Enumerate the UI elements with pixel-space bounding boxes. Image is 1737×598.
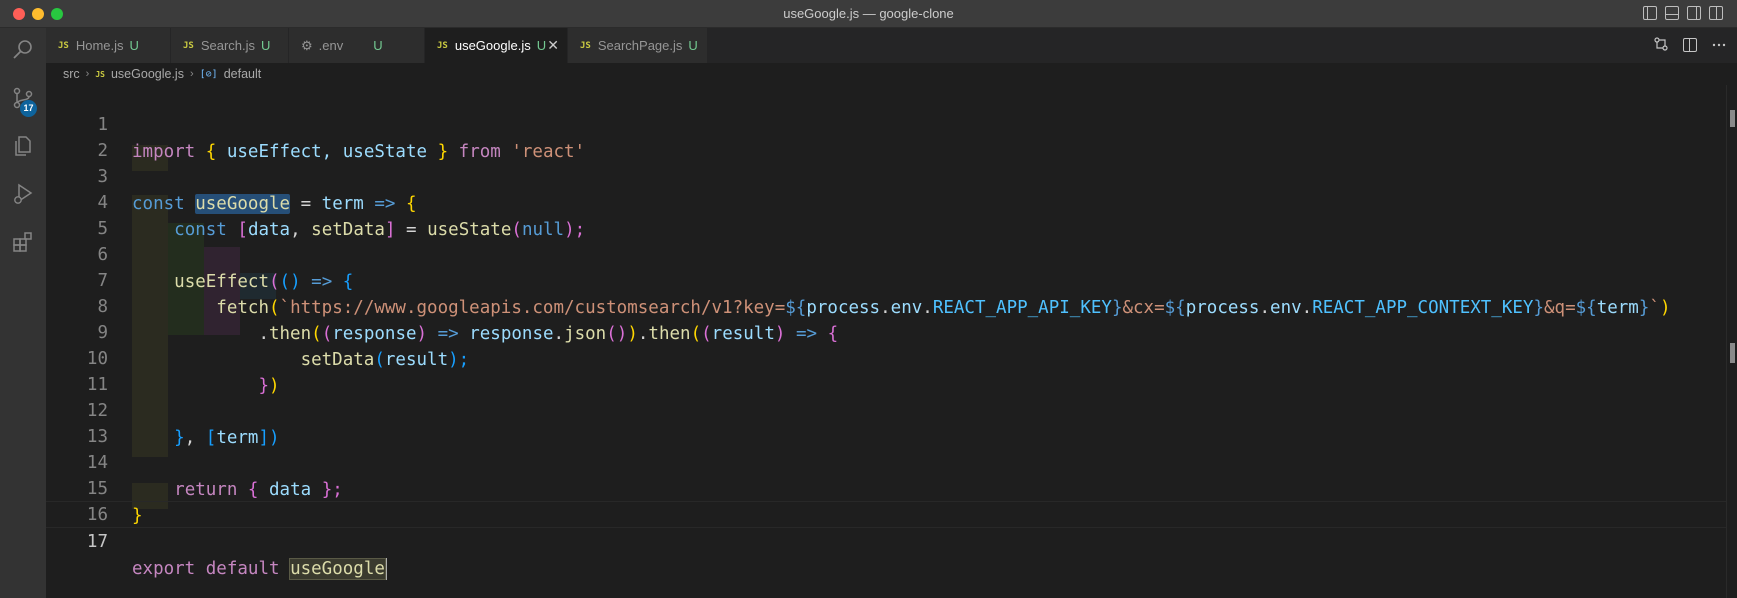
code-line: 2 — [46, 111, 1726, 161]
javascript-file-icon: JS — [437, 40, 448, 51]
code-line: 3 const useGoogle = term => { — [46, 137, 1726, 214]
tab-label: useGoogle.js — [454, 38, 531, 53]
close-tab-icon[interactable]: ✕ — [547, 37, 559, 54]
untracked-status: U — [261, 38, 271, 53]
code-line: 6 useEffect(() => { — [46, 215, 1726, 292]
toggle-panel-icon[interactable] — [1665, 6, 1679, 20]
code-line: 5 — [46, 189, 1726, 239]
toggle-primary-sidebar-icon[interactable] — [1643, 6, 1657, 20]
untracked-status: U — [536, 38, 547, 53]
activity-bar: 17 — [0, 28, 46, 598]
javascript-file-icon: JS — [580, 40, 591, 51]
source-control-badge: 17 — [20, 100, 37, 117]
code-line: 1 import { useEffect, useState } from 'r… — [46, 85, 1726, 162]
javascript-file-icon: JS — [95, 69, 105, 79]
code-line: 10 }) — [46, 319, 1726, 396]
code-editor[interactable]: 1 import { useEffect, useState } from 'r… — [46, 85, 1726, 598]
untracked-status: U — [688, 38, 698, 53]
symbol-variable-icon: [⊘] — [199, 68, 218, 80]
layout-controls — [1643, 6, 1723, 20]
toggle-secondary-sidebar-icon[interactable] — [1687, 6, 1701, 20]
extensions-icon[interactable] — [11, 230, 35, 254]
breadcrumb: src › JS useGoogle.js › [⊘] default — [46, 63, 1737, 85]
open-changes-icon[interactable] — [1653, 36, 1669, 52]
tab-label: .env — [318, 38, 344, 53]
more-actions-icon[interactable] — [1711, 36, 1727, 52]
tab-env[interactable]: ⚙ .env U — [289, 28, 425, 63]
window-title: useGoogle.js — google-clone — [783, 6, 954, 21]
text-cursor — [384, 558, 387, 580]
untracked-status: U — [129, 38, 139, 53]
tab-label: Home.js — [75, 38, 124, 53]
scrollbar-marker — [1730, 343, 1735, 363]
search-icon[interactable] — [11, 38, 35, 62]
scrollbar-marker — [1730, 110, 1735, 127]
breadcrumb-folder[interactable]: src — [63, 67, 80, 81]
code-line-current: 17 export default useGoogle — [46, 501, 1726, 580]
breadcrumb-file[interactable]: useGoogle.js — [111, 67, 184, 81]
breadcrumb-symbol[interactable]: default — [224, 67, 262, 81]
explorer-icon[interactable] — [11, 134, 35, 158]
code-line: 8 .then((response) => response.json()).t… — [46, 267, 1726, 344]
editor-tabs: JS Home.js U JS Search.js U ⚙ .env U JS … — [46, 28, 1737, 63]
tab-label: Search.js — [200, 38, 256, 53]
code-line: 16 — [46, 475, 1726, 525]
code-line: 13 — [46, 397, 1726, 447]
code-line: 12 }, [term]) — [46, 371, 1726, 448]
code-line: 7 fetch(`https://www.googleapis.com/cust… — [46, 241, 1726, 318]
run-debug-icon[interactable] — [11, 182, 35, 206]
code-line: 11 — [46, 345, 1726, 395]
title-bar: useGoogle.js — google-clone — [0, 0, 1737, 28]
editor-actions — [1653, 36, 1727, 52]
tab-home-js[interactable]: JS Home.js U — [46, 28, 171, 63]
code-line: 14 return { data }; — [46, 423, 1726, 500]
code-line: 15 } — [46, 449, 1726, 526]
javascript-file-icon: JS — [183, 40, 194, 51]
line-number: 17 — [86, 532, 108, 552]
tab-searchpage-js[interactable]: JS SearchPage.js U — [568, 28, 708, 63]
chevron-right-icon: › — [189, 68, 194, 80]
code-line: 9 setData(result); — [46, 293, 1726, 370]
tab-search-js[interactable]: JS Search.js U — [171, 28, 289, 63]
tab-label: SearchPage.js — [597, 38, 683, 53]
customize-layout-icon[interactable] — [1709, 6, 1723, 20]
split-editor-icon[interactable] — [1683, 38, 1697, 52]
code-line: 4 const [data, setData] = useState(null)… — [46, 163, 1726, 240]
untracked-status: U — [373, 38, 383, 53]
vertical-scrollbar[interactable] — [1726, 85, 1737, 598]
chevron-right-icon: › — [85, 68, 90, 80]
tab-usegoogle-js[interactable]: JS useGoogle.js U ✕ — [425, 28, 568, 63]
javascript-file-icon: JS — [58, 40, 69, 51]
gear-icon: ⚙ — [301, 37, 313, 53]
